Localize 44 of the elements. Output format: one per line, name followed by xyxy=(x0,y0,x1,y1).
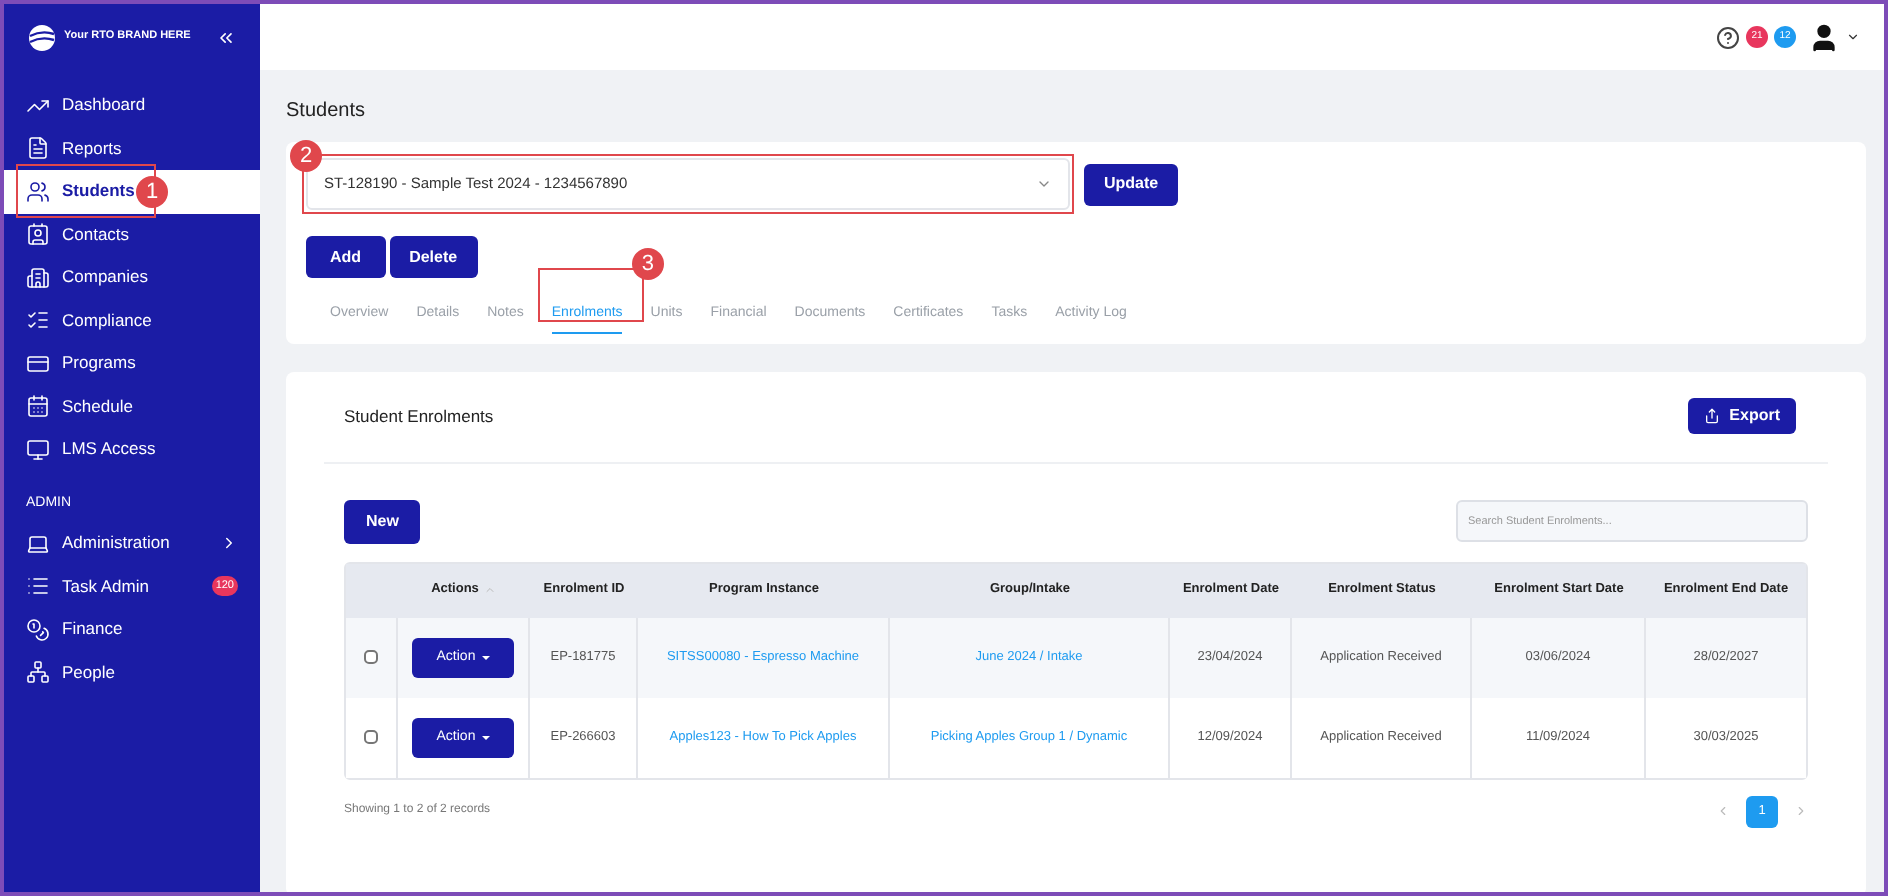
add-button[interactable]: Add xyxy=(306,236,386,278)
callout-number: 3 xyxy=(631,248,664,280)
user-icon[interactable] xyxy=(1808,21,1840,53)
chevron-icon xyxy=(1036,176,1052,192)
sidebar-item[interactable]: Dashboard xyxy=(4,84,260,127)
laptop-icon xyxy=(26,531,50,556)
row-checkbox[interactable] xyxy=(364,730,378,745)
sidebar-item[interactable]: Companies xyxy=(4,256,260,299)
sidebar-item[interactable]: People xyxy=(4,651,260,694)
section-title: Student Enrolments xyxy=(344,403,494,430)
collapse-icon[interactable] xyxy=(216,27,236,47)
row-checkbox[interactable] xyxy=(364,650,378,665)
callout-frame xyxy=(537,268,644,322)
monitor-icon xyxy=(26,437,50,462)
sidebar-item[interactable]: Schedule xyxy=(4,385,260,428)
sidebar-item[interactable]: Compliance xyxy=(4,299,260,342)
delete-button[interactable]: Delete xyxy=(389,236,478,278)
sidebar-item[interactable]: Reports xyxy=(4,127,260,170)
sidebar-item[interactable]: Programs xyxy=(4,342,260,385)
calendar-icon xyxy=(26,394,50,419)
building-icon xyxy=(26,265,50,290)
page-title: Students xyxy=(286,98,367,126)
users-icon xyxy=(26,179,50,204)
sidebar-item[interactable]: Finance xyxy=(4,608,260,651)
export-button[interactable]: Export xyxy=(1687,398,1796,435)
sidebar-item[interactable]: Contacts xyxy=(4,213,260,256)
globe-logo-icon xyxy=(28,23,56,51)
help-icon[interactable] xyxy=(1716,25,1740,49)
contact-icon xyxy=(26,222,50,247)
caret-icon xyxy=(481,735,490,740)
callout-number: 2 xyxy=(290,140,322,172)
sidebar-item[interactable]: LMS Access xyxy=(4,428,260,471)
update-button[interactable]: Update xyxy=(1084,163,1179,205)
new-button[interactable]: New xyxy=(344,499,421,544)
caret-icon[interactable] xyxy=(1846,30,1860,44)
checklist-icon xyxy=(26,308,50,333)
card-icon xyxy=(26,351,50,376)
callout-frame xyxy=(16,164,156,218)
document-icon xyxy=(26,136,50,161)
people-network-icon xyxy=(26,660,50,685)
sidebar-item[interactable]: Administration xyxy=(4,522,260,565)
upload-icon xyxy=(1703,408,1720,425)
caret-icon xyxy=(481,655,490,660)
coins-icon xyxy=(26,617,50,642)
